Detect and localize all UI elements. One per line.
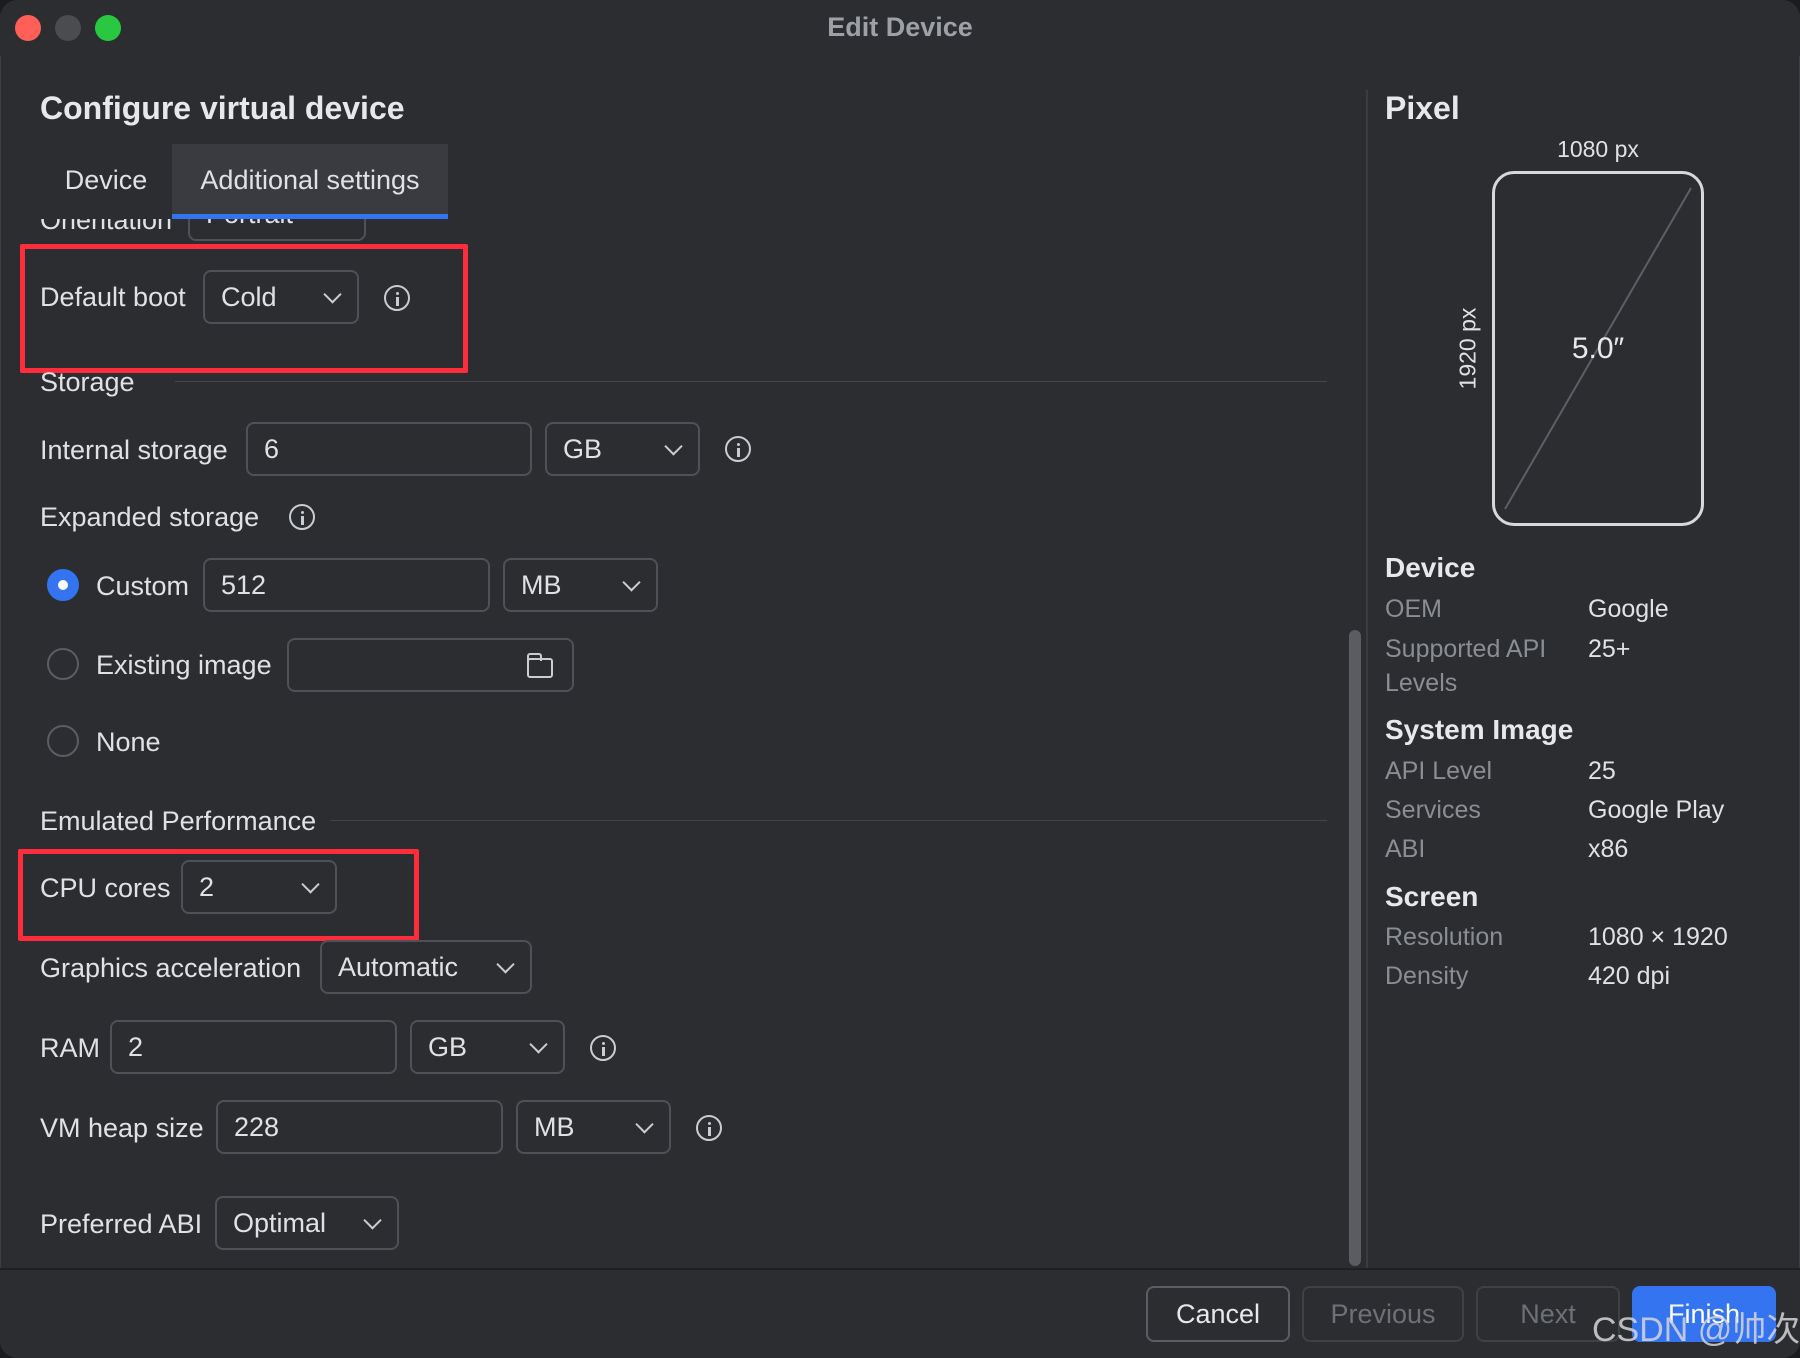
ram-unit: GB xyxy=(428,1031,468,1062)
chevron-down-icon xyxy=(529,1035,548,1054)
tab-additional-settings[interactable]: Additional settings xyxy=(172,144,448,216)
performance-section-title: Emulated Performance xyxy=(40,806,317,836)
none-label: None xyxy=(96,727,161,757)
orientation-label: Orientation xyxy=(40,219,173,235)
chevron-down-icon xyxy=(363,1211,382,1230)
ram-value: 2 xyxy=(128,1031,144,1062)
radio-none[interactable] xyxy=(47,725,79,757)
vm-heap-size-input[interactable]: 228 xyxy=(216,1100,503,1154)
chevron-down-icon xyxy=(496,955,515,974)
tab-device[interactable]: Device xyxy=(40,144,172,216)
graphics-acceleration-select[interactable]: Automatic xyxy=(320,940,532,994)
density-value: 420 dpi xyxy=(1588,962,1671,990)
page-title: Configure virtual device xyxy=(40,90,405,126)
internal-storage-value: 6 xyxy=(264,433,280,464)
supported-api-key: Supported API Levels xyxy=(1385,635,1547,697)
expanded-storage-label: Expanded storage xyxy=(40,502,260,532)
storage-section-title: Storage xyxy=(40,367,135,397)
panel-divider xyxy=(1366,90,1368,1268)
cancel-button[interactable]: Cancel xyxy=(1146,1286,1290,1342)
radio-existing-image[interactable] xyxy=(47,648,79,680)
info-icon[interactable] xyxy=(696,1115,722,1141)
orientation-value: Portrait xyxy=(206,219,293,230)
api-level-key: API Level xyxy=(1385,757,1493,785)
internal-storage-label: Internal storage xyxy=(40,435,228,465)
highlight-box-default-boot xyxy=(20,244,468,373)
device-preview: 5.0″ xyxy=(1492,171,1704,526)
ram-unit-select[interactable]: GB xyxy=(410,1020,565,1074)
api-level-value: 25 xyxy=(1588,757,1616,785)
system-image-section-title: System Image xyxy=(1385,714,1574,745)
highlight-box-cpu-cores xyxy=(18,849,419,941)
edit-device-window: Edit Device Configure virtual device Dev… xyxy=(0,0,1800,1358)
scrollbar[interactable] xyxy=(1349,630,1361,1266)
preferred-abi-label: Preferred ABI xyxy=(40,1209,203,1239)
watermark: CSDN @帅次 xyxy=(1592,1311,1800,1349)
folder-icon[interactable] xyxy=(527,653,553,678)
previous-button[interactable]: Previous xyxy=(1302,1286,1464,1342)
existing-image-label: Existing image xyxy=(96,650,272,680)
internal-storage-unit: GB xyxy=(563,433,603,464)
resolution-value: 1080 × 1920 xyxy=(1588,923,1728,951)
device-height-label: 1920 px xyxy=(1454,307,1481,390)
ram-input[interactable]: 2 xyxy=(110,1020,397,1074)
custom-label: Custom xyxy=(96,571,190,601)
custom-storage-input[interactable]: 512 xyxy=(203,558,490,612)
services-key: Services xyxy=(1385,796,1481,824)
services-value: Google Play xyxy=(1588,796,1725,824)
device-name-title: Pixel xyxy=(1385,90,1460,126)
info-icon[interactable] xyxy=(289,504,315,530)
storage-separator xyxy=(175,381,1327,382)
screen-section-title: Screen xyxy=(1385,881,1479,912)
resolution-key: Resolution xyxy=(1385,923,1504,951)
custom-storage-unit: MB xyxy=(521,569,562,600)
oem-value: Google xyxy=(1588,595,1669,623)
graphics-acceleration-value: Automatic xyxy=(338,951,459,982)
window-title: Edit Device xyxy=(827,12,973,42)
density-key: Density xyxy=(1385,962,1469,990)
device-width-label: 1080 px xyxy=(1557,136,1639,162)
radio-custom[interactable] xyxy=(47,569,79,601)
title-bar: Edit Device xyxy=(0,0,1800,56)
performance-separator xyxy=(330,820,1327,821)
internal-storage-unit-select[interactable]: GB xyxy=(545,422,700,476)
vm-heap-size-unit-select[interactable]: MB xyxy=(516,1100,671,1154)
chevron-down-icon xyxy=(622,573,641,592)
chevron-down-icon xyxy=(635,1115,654,1134)
info-icon[interactable] xyxy=(725,436,751,462)
vm-heap-size-label: VM heap size xyxy=(40,1113,204,1143)
device-screen-size: 5.0″ xyxy=(1571,332,1625,365)
custom-storage-value: 512 xyxy=(221,569,267,600)
vm-heap-size-value: 228 xyxy=(234,1111,280,1142)
device-section-title: Device xyxy=(1385,552,1476,583)
info-icon[interactable] xyxy=(590,1035,616,1061)
preferred-abi-value: Optimal xyxy=(233,1207,327,1238)
orientation-select[interactable]: Portrait xyxy=(188,219,366,241)
oem-key: OEM xyxy=(1385,595,1442,623)
internal-storage-input[interactable]: 6 xyxy=(246,422,532,476)
abi-key: ABI xyxy=(1385,835,1426,863)
vm-heap-size-unit: MB xyxy=(534,1111,575,1142)
scrolled-orientation-row: Orientation Portrait xyxy=(0,219,1340,241)
supported-api-value: 25+ xyxy=(1588,635,1631,663)
custom-storage-unit-select[interactable]: MB xyxy=(503,558,658,612)
preferred-abi-select[interactable]: Optimal xyxy=(215,1196,399,1250)
ram-label: RAM xyxy=(40,1033,100,1063)
graphics-acceleration-label: Graphics acceleration xyxy=(40,953,302,983)
chevron-down-icon xyxy=(664,437,683,456)
abi-value: x86 xyxy=(1588,835,1629,863)
